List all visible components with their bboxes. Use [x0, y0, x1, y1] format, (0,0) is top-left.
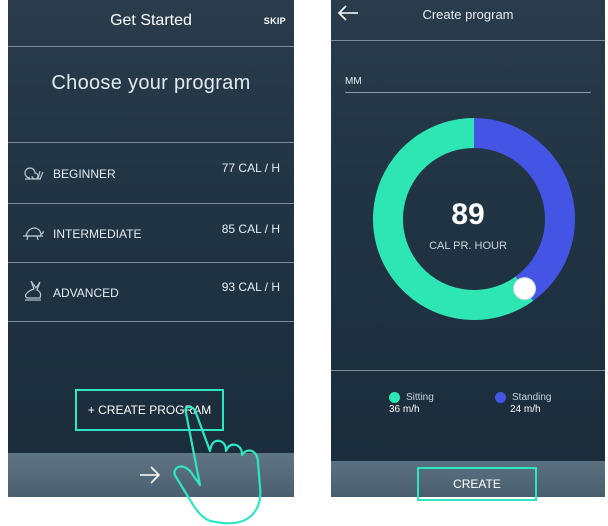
calories-label: CAL PR. HOUR [429, 240, 507, 252]
rabbit-icon [24, 280, 42, 301]
calories-value: 89 [451, 198, 485, 231]
arrow-right-icon[interactable] [138, 465, 162, 485]
program-option-intermediate[interactable]: INTERMEDIATE 85 CAL / H [8, 204, 294, 262]
program-name-input[interactable] [345, 70, 591, 93]
page-title: Create program [422, 7, 514, 22]
divider [8, 46, 294, 47]
program-option-advanced[interactable]: ADVANCED 93 CAL / H [8, 263, 294, 321]
legend-standing: Standing 24 m/h [495, 392, 551, 415]
program-option-beginner[interactable]: BEGINNER 77 CAL / H [8, 145, 294, 203]
legend-label: Sitting [406, 392, 434, 403]
turtle-icon [23, 227, 44, 241]
sitting-dot [389, 392, 400, 403]
legend-value: 36 m/h [389, 404, 420, 416]
create-program-screen: Create program 89 CAL PR. HOUR Sitting 3… [331, 0, 605, 497]
program-calories: 85 CAL / H [221, 222, 280, 236]
legend-value: 24 m/h [510, 404, 541, 416]
standing-dot [495, 392, 506, 403]
divider [331, 370, 605, 371]
program-calories: 93 CAL / H [221, 280, 280, 294]
divider [8, 142, 294, 143]
program-name: BEGINNER [53, 167, 116, 181]
create-button[interactable]: CREATE [417, 467, 537, 501]
hand-pointer-icon [173, 405, 262, 525]
gauge-handle[interactable] [513, 277, 537, 301]
legend-label: Standing [512, 392, 552, 403]
header-bar: Get Started SKIP [8, 0, 294, 46]
page-title: Get Started [110, 12, 192, 29]
snail-icon [24, 167, 44, 180]
skip-button[interactable]: SKIP [264, 16, 286, 26]
program-name: INTERMEDIATE [53, 227, 142, 241]
program-name: ADVANCED [53, 286, 119, 300]
program-calories: 77 CAL / H [221, 161, 280, 175]
legend-sitting: Sitting 36 m/h [389, 392, 434, 415]
choose-program-heading: Choose your program [51, 72, 251, 94]
divider [331, 40, 605, 41]
divider [8, 321, 294, 322]
